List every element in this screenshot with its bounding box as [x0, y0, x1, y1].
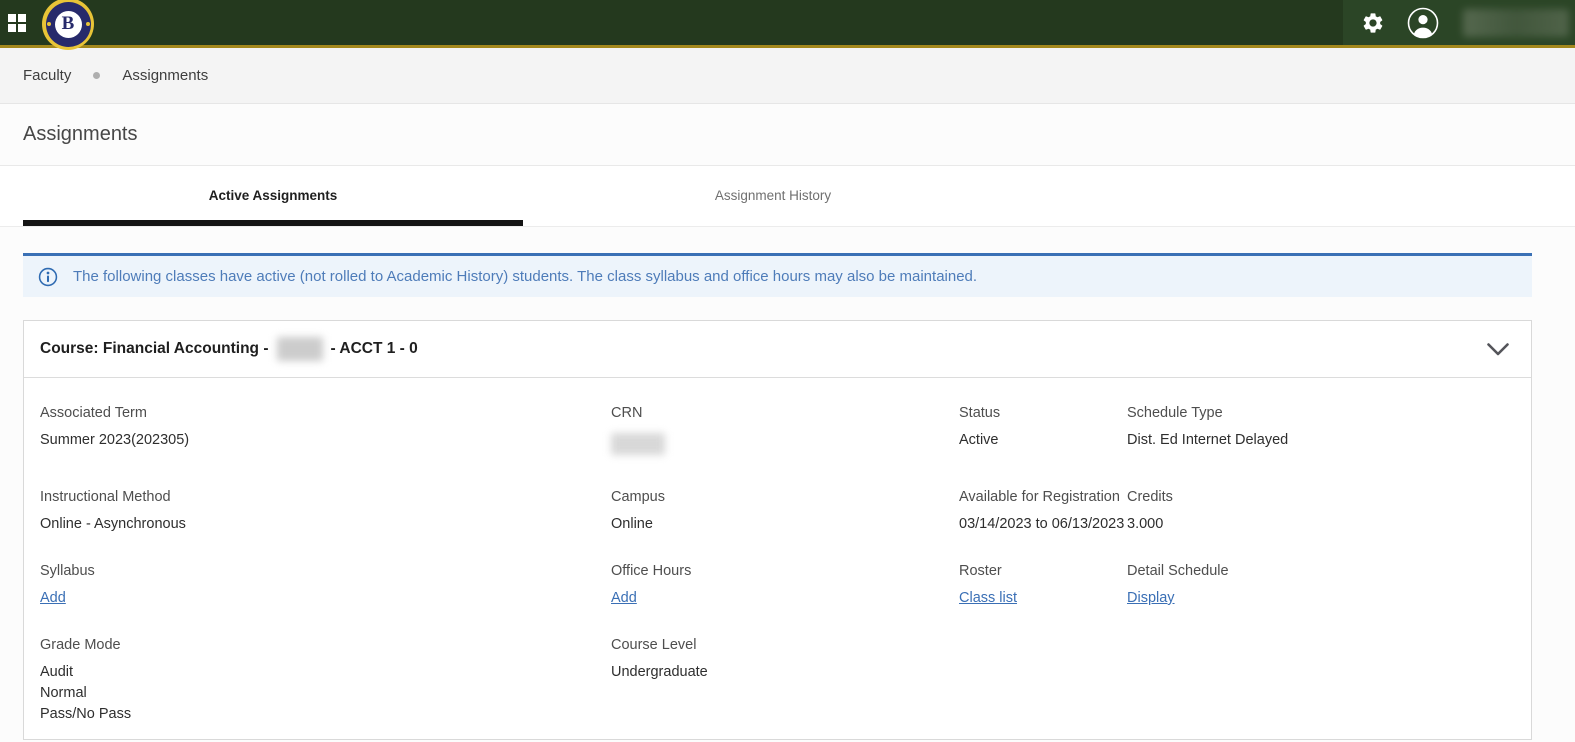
field-label: Associated Term [40, 405, 147, 421]
field-label: Syllabus [40, 563, 95, 579]
field-value: Dist. Ed Internet Delayed [1127, 432, 1289, 448]
tab-active-assignments[interactable]: Active Assignments [23, 166, 523, 226]
field-office-hours: Office Hours Add [611, 561, 959, 608]
college-seal-logo[interactable]: B [42, 0, 94, 50]
apps-grid-icon[interactable] [6, 12, 28, 34]
field-detail-schedule: Detail Schedule Display [1127, 561, 1515, 608]
field-label: Course Level [611, 637, 697, 653]
breadcrumb-separator-dot [93, 72, 101, 79]
field-label: Detail Schedule [1127, 563, 1229, 579]
tab-bar: Active Assignments Assignment History [0, 166, 1575, 226]
field-status: Status Active [959, 403, 1127, 460]
person-icon-glyph [1407, 7, 1439, 38]
topbar-right-section [1343, 0, 1575, 45]
grade-mode-option: Pass/No Pass [40, 706, 132, 722]
chevron-down-icon[interactable] [1487, 342, 1509, 356]
course-fields-grid: Associated Term Summer 2023(202305) CRN … [40, 403, 1515, 725]
detail-schedule-display-link[interactable]: Display [1127, 590, 1175, 606]
grade-mode-option: Normal [40, 685, 87, 701]
apps-grid-icon-glyph [8, 14, 26, 32]
top-navigation-bar: B [0, 0, 1575, 50]
main-content: The following classes have active (not r… [0, 226, 1575, 742]
course-title: Course: Financial Accounting - - ACCT 1 … [40, 337, 418, 361]
settings-gear-icon[interactable] [1357, 7, 1389, 39]
field-value: Online [611, 516, 653, 532]
field-credits: Credits 3.000 [1127, 487, 1515, 534]
field-label: Roster [959, 563, 1002, 579]
seal-letter: B [54, 10, 82, 38]
course-card-header[interactable]: Course: Financial Accounting - - ACCT 1 … [24, 321, 1531, 378]
office-hours-add-link[interactable]: Add [611, 590, 637, 606]
field-schedule-type: Schedule Type Dist. Ed Internet Delayed [1127, 403, 1515, 460]
field-label: Credits [1127, 489, 1173, 505]
field-label: Grade Mode [40, 637, 121, 653]
field-roster: Roster Class list [959, 561, 1127, 608]
seal-ring: B [45, 1, 91, 47]
field-available-for-registration: Available for Registration 03/14/2023 to… [959, 487, 1127, 534]
field-label: Status [959, 405, 1001, 421]
field-label: Campus [611, 489, 665, 505]
field-value: 3.000 [1127, 516, 1164, 532]
field-label: Available for Registration [959, 489, 1120, 505]
info-icon [38, 267, 58, 286]
field-crn: CRN [611, 403, 959, 460]
field-value: Online - Asynchronous [40, 516, 186, 532]
syllabus-add-link[interactable]: Add [40, 590, 66, 606]
field-grade-mode: Grade Mode Audit Normal Pass/No Pass [40, 635, 611, 725]
user-name-redacted [1463, 8, 1569, 37]
course-title-prefix: Course: Financial Accounting - [40, 340, 269, 357]
field-value: Audit Normal Pass/No Pass [40, 662, 611, 725]
course-card: Course: Financial Accounting - - ACCT 1 … [23, 320, 1532, 740]
page-title-bar: Assignments [0, 104, 1575, 166]
notice-text: The following classes have active (not r… [73, 268, 978, 285]
user-profile-icon[interactable] [1407, 7, 1439, 39]
tab-assignment-history[interactable]: Assignment History [523, 166, 1023, 226]
course-number-redacted [276, 337, 323, 361]
info-notice-banner: The following classes have active (not r… [23, 253, 1532, 297]
field-campus: Campus Online [611, 487, 959, 534]
page-title: Assignments [23, 123, 138, 145]
field-associated-term: Associated Term Summer 2023(202305) [40, 403, 611, 460]
crn-value-redacted [611, 433, 665, 455]
field-course-level: Course Level Undergraduate [611, 635, 959, 725]
field-value: Summer 2023(202305) [40, 432, 190, 448]
empty-cell [1127, 635, 1515, 725]
course-details: Associated Term Summer 2023(202305) CRN … [24, 378, 1531, 739]
field-label: Office Hours [611, 563, 692, 579]
breadcrumb-faculty-link[interactable]: Faculty [23, 67, 71, 84]
field-label: CRN [611, 405, 643, 421]
course-title-suffix: - ACCT 1 - 0 [330, 340, 418, 357]
field-value: Undergraduate [611, 664, 708, 680]
breadcrumb: Faculty Assignments [0, 48, 1575, 104]
gear-icon-glyph [1363, 12, 1383, 33]
field-value: 03/14/2023 to 06/13/2023 [959, 516, 1125, 532]
field-label: Schedule Type [1127, 405, 1223, 421]
field-label: Instructional Method [40, 489, 171, 505]
field-instructional-method: Instructional Method Online - Asynchrono… [40, 487, 611, 534]
grade-mode-option: Audit [40, 664, 74, 680]
field-value: Active [959, 432, 999, 448]
empty-cell [959, 635, 1127, 725]
field-syllabus: Syllabus Add [40, 561, 611, 608]
breadcrumb-current-page: Assignments [122, 67, 209, 84]
roster-class-list-link[interactable]: Class list [959, 590, 1017, 606]
